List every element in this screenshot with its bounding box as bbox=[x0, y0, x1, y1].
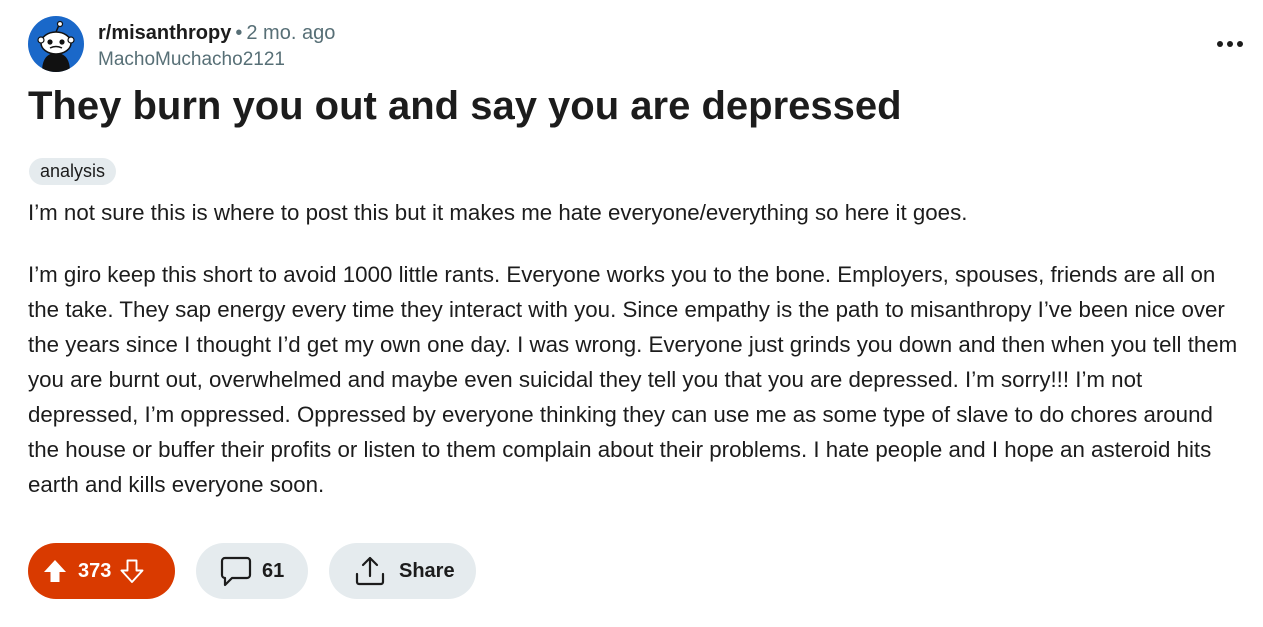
subreddit-avatar-icon[interactable] bbox=[28, 16, 84, 72]
vote-count: 373 bbox=[78, 559, 112, 582]
meta-separator: • bbox=[235, 22, 243, 44]
comments-button[interactable]: 61 bbox=[196, 543, 308, 599]
post-meta: r/misanthropy • 2 mo. ago MachoMuchacho212… bbox=[98, 20, 335, 73]
post-paragraph: I’m not sure this is where to post this … bbox=[28, 200, 968, 225]
post-body: I’m not sure this is where to post this … bbox=[28, 195, 1243, 502]
post-title[interactable]: They burn you out and say you are depres… bbox=[28, 82, 902, 130]
meta-row: r/misanthropy • 2 mo. ago bbox=[98, 20, 335, 46]
post-paragraph: I’m giro keep this short to avoid 1000 l… bbox=[28, 262, 1238, 497]
vote-control: 373 bbox=[28, 543, 175, 599]
share-icon bbox=[355, 556, 385, 586]
more-options-button[interactable] bbox=[1212, 32, 1248, 56]
share-label: Share bbox=[399, 559, 455, 582]
post-time: 2 mo. ago bbox=[246, 22, 336, 44]
upvote-button[interactable] bbox=[42, 558, 68, 584]
subreddit-link[interactable]: r/misanthropy bbox=[98, 22, 231, 44]
downvote-arrow-icon bbox=[120, 559, 144, 583]
upvote-arrow-icon bbox=[44, 560, 66, 582]
comment-bubble-icon bbox=[220, 556, 252, 587]
post-header: r/misanthropy • 2 mo. ago MachoMuchacho212… bbox=[28, 16, 1248, 74]
post-flair[interactable]: analysis bbox=[29, 158, 117, 185]
post-actions: 373 61 Share bbox=[28, 543, 476, 599]
comment-count: 61 bbox=[262, 559, 285, 582]
more-options-icon bbox=[1217, 41, 1243, 47]
author-link[interactable]: MachoMuchacho2121 bbox=[98, 47, 335, 73]
share-button[interactable]: Share bbox=[329, 543, 476, 599]
downvote-button[interactable] bbox=[119, 558, 145, 584]
